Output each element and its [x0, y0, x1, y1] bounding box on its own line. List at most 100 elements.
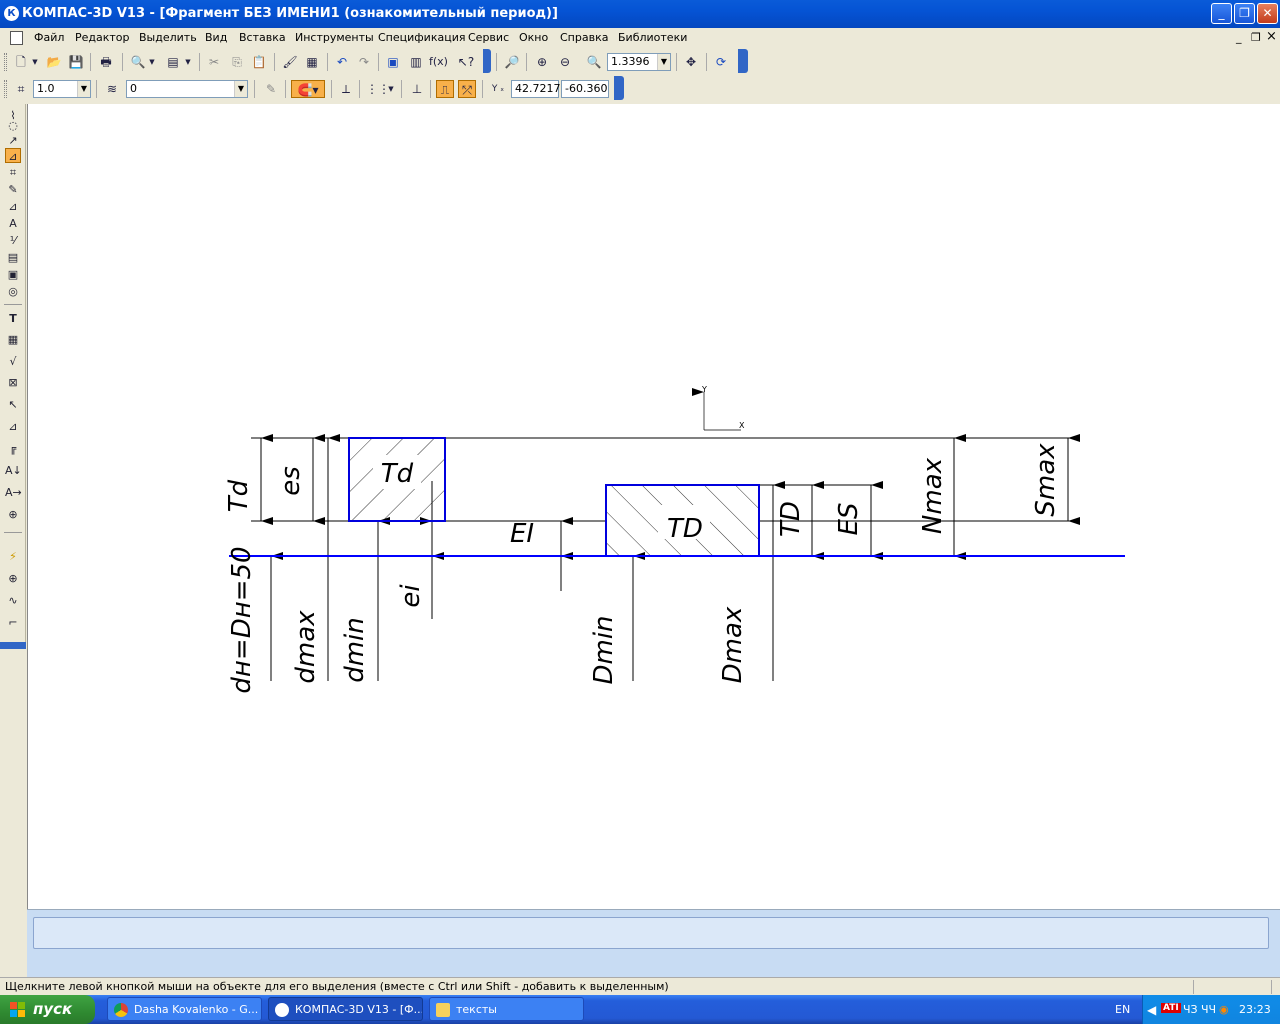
wave-line-icon[interactable]: ∿	[5, 593, 21, 608]
refresh-icon[interactable]: ⟳	[712, 53, 730, 71]
menu-service[interactable]: Сервис	[468, 31, 509, 44]
reports-icon[interactable]: ▤	[5, 250, 21, 265]
menu-window[interactable]: Окно	[519, 31, 548, 44]
base-icon[interactable]: ⊠	[5, 375, 21, 390]
print-icon[interactable]: 🖶	[97, 53, 115, 71]
chevron-down-icon[interactable]: ▼	[234, 81, 247, 97]
start-button[interactable]: пуск	[0, 995, 95, 1024]
ortho-axes-icon[interactable]: ⊥	[408, 80, 426, 98]
table-tool-icon[interactable]: ▦	[5, 332, 21, 347]
coord-y-field[interactable]: -60.360	[561, 80, 609, 98]
section-line-icon[interactable]: ╔	[5, 441, 21, 456]
paste-icon[interactable]: 📋	[250, 53, 268, 71]
zoom-out-icon[interactable]: ⊖	[556, 53, 574, 71]
ati-icon[interactable]: ATI	[1161, 1003, 1181, 1013]
tolerance-icon[interactable]: ⊿	[5, 419, 21, 434]
tray-expand-icon[interactable]: ◀	[1147, 1003, 1156, 1017]
chevron-down-icon[interactable]: ▼	[386, 80, 396, 98]
avast-icon[interactable]: ◉	[1219, 1003, 1229, 1016]
snap-tracking-icon[interactable]: ⤱	[458, 80, 476, 98]
close-button[interactable]: ✕	[1257, 3, 1278, 24]
parametrization-icon[interactable]: ✎	[5, 182, 21, 197]
grid-icon[interactable]: ⋮⋮	[366, 80, 390, 98]
layers-icon[interactable]: ≋	[103, 80, 121, 98]
coord-x-field[interactable]: 42.7217	[511, 80, 561, 98]
lightning-icon[interactable]: ⚡	[5, 549, 21, 564]
zoom-scale-icon[interactable]: 🔍	[585, 53, 603, 71]
measure-icon[interactable]: ⊿	[5, 199, 21, 214]
zoom-scale-field[interactable]: 1.3396 ▼	[607, 53, 671, 71]
drawing-canvas[interactable]: Td es Td EI TD TD ES Nmax Smax dн=Dн=50 …	[27, 104, 1280, 909]
tray-text-2[interactable]: ЧЧ	[1201, 1003, 1216, 1016]
redo-icon[interactable]: ↷	[355, 53, 373, 71]
chevron-down-icon[interactable]: ▼	[147, 53, 157, 71]
task-chrome[interactable]: Dasha Kovalenko - G...	[107, 997, 262, 1021]
manager-icon[interactable]: ▣	[384, 53, 402, 71]
menu-select[interactable]: Выделить	[139, 31, 197, 44]
maximize-button[interactable]: ❐	[1234, 3, 1255, 24]
properties-icon[interactable]: ▤	[164, 53, 182, 71]
chevron-down-icon[interactable]: ▼	[30, 53, 40, 71]
ortho-mode-icon[interactable]: ⎍	[436, 80, 454, 98]
menu-file[interactable]: Файл	[34, 31, 64, 44]
snap-magnet-icon[interactable]: 🧲▾	[291, 80, 325, 98]
copy-icon[interactable]: ⎘	[228, 53, 246, 71]
axis-icon[interactable]: ⊕	[5, 507, 21, 522]
position-icon[interactable]: A↓	[5, 463, 22, 478]
break-line-icon[interactable]: ⌐	[5, 615, 21, 630]
print-preview-icon[interactable]: 🔍	[129, 53, 147, 71]
menu-help[interactable]: Справка	[560, 31, 608, 44]
language-indicator[interactable]: EN	[1115, 1003, 1130, 1016]
dimensions-icon[interactable]: ↗	[5, 133, 21, 148]
leader-icon[interactable]: ↖	[5, 397, 21, 412]
document-list-icon[interactable]: ▦	[303, 53, 321, 71]
mdi-restore-button[interactable]: ❐	[1251, 31, 1261, 44]
menu-tools[interactable]: Инструменты	[295, 31, 374, 44]
task-kompas[interactable]: КОМПАС-3D V13 - [Ф...	[268, 997, 423, 1021]
spec-icon[interactable]: ⅟	[5, 233, 21, 248]
chevron-down-icon[interactable]: ▼	[657, 54, 670, 70]
roughness-icon[interactable]: √	[5, 354, 21, 369]
text-tool-icon[interactable]: T	[5, 311, 21, 326]
menu-libraries[interactable]: Библиотеки	[618, 31, 687, 44]
step-field[interactable]: 1.0 ▼	[33, 80, 91, 98]
pan-icon[interactable]: ✥	[682, 53, 700, 71]
step-cursor-icon[interactable]: ⌗	[12, 80, 30, 98]
tray-text-1[interactable]: ЧЗ	[1183, 1003, 1198, 1016]
context-help-icon[interactable]: ↖?	[457, 53, 475, 71]
local-cs-icon[interactable]: ⟂	[337, 80, 355, 98]
task-folder[interactable]: тексты	[429, 997, 584, 1021]
undo-icon[interactable]: ↶	[333, 53, 351, 71]
zoom-in-icon[interactable]: ⊕	[533, 53, 551, 71]
chevron-down-icon[interactable]: ▼	[77, 81, 90, 97]
cut-icon[interactable]: ✂	[205, 53, 223, 71]
library-icon[interactable]: ▥	[407, 53, 425, 71]
mdi-minimize-button[interactable]: _	[1236, 31, 1242, 44]
associative-icon[interactable]: ◎	[5, 284, 21, 299]
format-painter-icon[interactable]: 🖌	[281, 53, 299, 71]
variables-fx-icon[interactable]: f(x)	[429, 53, 448, 71]
document-icon[interactable]	[10, 31, 23, 45]
clock[interactable]: 23:23	[1239, 1003, 1271, 1016]
menu-insert[interactable]: Вставка	[239, 31, 286, 44]
open-folder-icon[interactable]: 📂	[45, 53, 63, 71]
shapes-icon[interactable]: ◌	[5, 118, 21, 133]
menu-editor[interactable]: Редактор	[75, 31, 130, 44]
properties-pen-icon[interactable]: ✎	[262, 80, 280, 98]
save-icon[interactable]: 💾	[67, 53, 85, 71]
menu-view[interactable]: Вид	[205, 31, 227, 44]
minimize-button[interactable]: _	[1211, 3, 1232, 24]
mdi-close-button[interactable]: ×	[1266, 29, 1277, 44]
new-document-icon[interactable]: 🗋	[12, 53, 30, 71]
center-mark-icon[interactable]: ⊕	[5, 571, 21, 586]
arrow-view-icon[interactable]: A→	[5, 485, 22, 500]
menu-specification[interactable]: Спецификация	[378, 31, 465, 44]
editing-icon[interactable]: ⌗	[5, 165, 21, 180]
layer-field[interactable]: 0 ▼	[126, 80, 248, 98]
zoom-window-icon[interactable]: 🔎	[503, 53, 521, 71]
chevron-down-icon[interactable]: ▼	[183, 53, 193, 71]
toolbar-grip[interactable]	[4, 53, 7, 71]
insert-fragment-icon[interactable]: ▣	[5, 267, 21, 282]
selection-icon[interactable]: A	[5, 216, 21, 231]
properties-strip[interactable]	[33, 917, 1269, 949]
